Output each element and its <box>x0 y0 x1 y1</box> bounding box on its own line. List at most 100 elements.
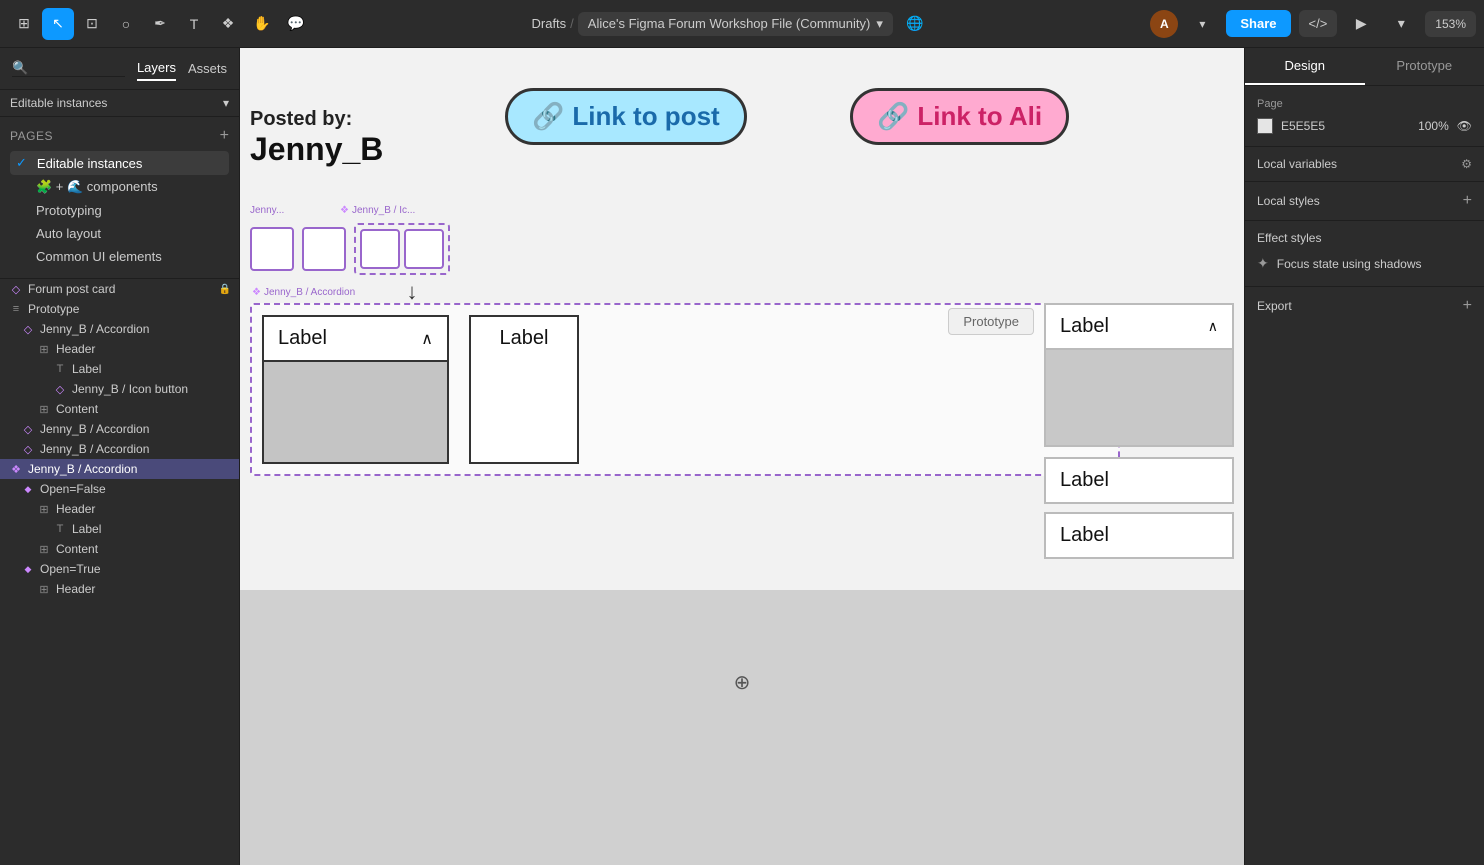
text-icon: T <box>52 363 68 375</box>
right-panel: Design Prototype Page E5E5E5 100% 👁 Loca… <box>1244 48 1484 865</box>
canvas-frame: Posted by: Jenny_B 🔗 Link to post 🔗 Link… <box>240 48 1244 638</box>
eye-icon[interactable]: 👁 <box>1457 119 1472 133</box>
export-label: Export <box>1257 299 1292 313</box>
page-item-components[interactable]: 🧩 + 🌊 components <box>10 175 229 199</box>
effect-styles-header: Effect styles <box>1257 231 1472 245</box>
tab-prototype[interactable]: Prototype <box>1365 48 1484 85</box>
local-styles-add-btn[interactable]: + <box>1463 192 1472 210</box>
layers-section: ◇ Forum post card 🔒 ≡ Prototype ◇ Jenny_… <box>0 279 239 865</box>
layer-label: Prototype <box>28 302 79 316</box>
layer-label: Open=True <box>40 562 101 576</box>
tab-assets[interactable]: Assets <box>188 57 227 80</box>
icon-buttons-row: Jenny... ❖ Jenny_B / Ic... ∨ → ∧ ∧ <box>250 223 450 275</box>
layer-label: Header <box>56 582 95 596</box>
layer-jenny-icon-button[interactable]: ◇ Jenny_B / Icon button <box>0 379 239 399</box>
panel-tabs: 🔍 Layers Assets <box>0 48 239 90</box>
layer-label-1[interactable]: T Label <box>0 359 239 379</box>
check-icon: ✓ <box>16 155 27 171</box>
editable-instances-chevron[interactable]: ▾ <box>223 96 229 110</box>
avatar-chevron[interactable]: ▾ <box>1186 8 1218 40</box>
frame-icon: ⊞ <box>36 343 52 356</box>
canvas-accordion-closed[interactable]: Label <box>469 315 579 464</box>
layer-jenny-accordion-1[interactable]: ◇ Jenny_B / Accordion <box>0 319 239 339</box>
layer-prototype[interactable]: ≡ Prototype <box>0 299 239 319</box>
component-icon: ❖ <box>8 463 24 476</box>
page-item-commonui[interactable]: Common UI elements <box>10 245 229 268</box>
local-variables-icon[interactable]: ⚙ <box>1461 157 1472 171</box>
frame-tool-btn[interactable]: ⊡ <box>76 8 108 40</box>
canvas-accordion-open[interactable]: Label ∧ <box>262 315 449 464</box>
layer-header-1[interactable]: ⊞ Header <box>0 339 239 359</box>
pages-section: Pages + ✓ Editable instances 🧩 + 🌊 compo… <box>0 117 239 279</box>
pen-tool-btn[interactable]: ✒ <box>144 8 176 40</box>
diamond-icon: ◆ <box>20 564 36 575</box>
rca-item-2[interactable]: Label <box>1044 512 1234 559</box>
chevron-up-icon2: ∧ <box>1208 318 1218 335</box>
frame-icon: ⊞ <box>36 403 52 416</box>
layer-label: Open=False <box>40 482 106 496</box>
comment-tool-btn[interactable]: 💬 <box>280 8 312 40</box>
chevron-up-icon: ∧ <box>421 329 433 349</box>
text-tool-btn[interactable]: T <box>178 8 210 40</box>
cursor-icon: ⊕ <box>734 670 751 695</box>
layer-label: Header <box>56 502 95 516</box>
tab-design[interactable]: Design <box>1245 48 1365 85</box>
layer-label: Header <box>56 342 95 356</box>
layer-jenny-accordion-3[interactable]: ◇ Jenny_B / Accordion <box>0 439 239 459</box>
layer-header-2[interactable]: ⊞ Header <box>0 499 239 519</box>
icon-btn-chevron-up-2[interactable]: ∧ <box>404 229 444 269</box>
local-styles-row: Local styles + <box>1245 182 1484 221</box>
link-to-alice-btn[interactable]: 🔗 Link to Ali <box>850 88 1069 145</box>
list-icon: ≡ <box>8 303 24 315</box>
icon-btn-chevron-up-1[interactable]: ∧ <box>360 229 400 269</box>
page-item-prototyping[interactable]: Prototyping <box>10 199 229 222</box>
globe-icon-btn[interactable]: 🌐 <box>899 8 931 40</box>
grid-tool-btn[interactable]: ⊞ <box>8 8 40 40</box>
layer-content-2[interactable]: ⊞ Content <box>0 539 239 559</box>
page-item-label: Common UI elements <box>36 249 162 264</box>
component-tool-btn[interactable]: ❖ <box>212 8 244 40</box>
layer-label-2[interactable]: T Label <box>0 519 239 539</box>
icon-btn-arrow-right[interactable]: → <box>302 227 346 271</box>
pages-header: Pages + <box>10 127 229 145</box>
layer-jenny-accordion-main[interactable]: ❖ Jenny_B / Accordion <box>0 459 239 479</box>
posted-by-label: Posted by: <box>250 108 383 131</box>
export-add-btn[interactable]: + <box>1463 297 1472 315</box>
layer-label: Content <box>56 402 98 416</box>
select-tool-btn[interactable]: ↖ <box>42 8 74 40</box>
frame-icon: ⊞ <box>36 583 52 596</box>
icon-btn-chevron-down[interactable]: ∨ <box>250 227 294 271</box>
diamond-icon: ◇ <box>8 283 24 296</box>
layer-content-1[interactable]: ⊞ Content <box>0 399 239 419</box>
focus-state-item[interactable]: ✦ Focus state using shadows <box>1257 251 1472 276</box>
effect-styles-label: Effect styles <box>1257 231 1321 245</box>
tab-layers[interactable]: Layers <box>137 56 176 81</box>
breadcrumb-drafts[interactable]: Drafts <box>532 16 567 31</box>
play-chevron[interactable]: ▾ <box>1385 8 1417 40</box>
layer-open-false[interactable]: ◆ Open=False <box>0 479 239 499</box>
page-item-autolayout[interactable]: Auto layout <box>10 222 229 245</box>
zoom-level[interactable]: 153% <box>1425 11 1476 37</box>
rca-main[interactable]: Label ∧ <box>1044 303 1234 447</box>
share-button[interactable]: Share <box>1226 10 1290 37</box>
pages-add-btn[interactable]: + <box>220 127 229 145</box>
avatar[interactable]: A <box>1150 10 1178 38</box>
layer-header-3[interactable]: ⊞ Header <box>0 579 239 599</box>
play-btn[interactable]: ▶ <box>1345 8 1377 40</box>
layer-jenny-accordion-2[interactable]: ◇ Jenny_B / Accordion <box>0 419 239 439</box>
page-color-swatch[interactable] <box>1257 118 1273 134</box>
page-item-editable[interactable]: ✓ Editable instances <box>10 151 229 175</box>
jenny-label: Jenny... <box>250 205 284 216</box>
layer-forum-post-card[interactable]: ◇ Forum post card 🔒 <box>0 279 239 299</box>
code-button[interactable]: </> <box>1299 10 1338 37</box>
rca-item-1[interactable]: Label <box>1044 457 1234 504</box>
layer-open-true[interactable]: ◆ Open=True <box>0 559 239 579</box>
jenny-b-ic-label: ❖ Jenny_B / Ic... <box>340 205 415 216</box>
breadcrumb-sep: / <box>570 16 574 31</box>
shape-tool-btn[interactable]: ○ <box>110 8 142 40</box>
link-to-post-btn[interactable]: 🔗 Link to post <box>505 88 747 145</box>
layer-label: Label <box>72 522 101 536</box>
hand-tool-btn[interactable]: ✋ <box>246 8 278 40</box>
diamond-small-icon: ❖ <box>340 205 349 216</box>
breadcrumb-main[interactable]: Alice's Figma Forum Workshop File (Commu… <box>578 12 893 36</box>
